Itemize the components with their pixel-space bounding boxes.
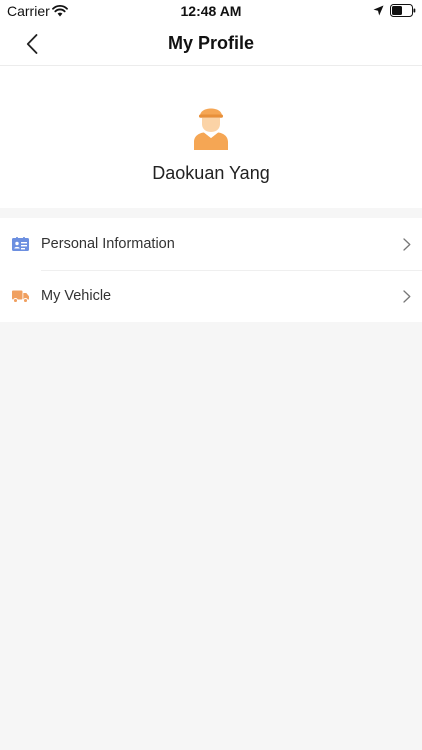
profile-menu-list: Personal Information My Vehicle (0, 218, 422, 322)
page-title: My Profile (167, 33, 255, 53)
navigation-bar: My Profile (0, 22, 422, 66)
my-profile-screen: Carrier 12:48 AM My Profile Daokuan Yang… (0, 0, 422, 750)
profile-header: Daokuan Yang (0, 66, 422, 208)
profile-name: Daokuan Yang (152, 163, 270, 183)
menu-item-label: Personal Information (41, 236, 175, 252)
menu-item-my-vehicle[interactable]: My Vehicle (0, 270, 422, 322)
status-time: 12:48 AM (180, 3, 242, 19)
courier-avatar-icon (194, 108, 228, 150)
id-card-icon (12, 237, 29, 251)
chevron-right-icon (403, 237, 411, 251)
truck-icon (12, 290, 29, 303)
menu-item-label: My Vehicle (41, 288, 112, 304)
battery-icon (390, 4, 416, 17)
menu-item-personal-information[interactable]: Personal Information (0, 218, 422, 270)
status-bar: Carrier 12:48 AM (0, 0, 422, 22)
chevron-right-icon (403, 289, 411, 303)
location-arrow-icon (373, 5, 384, 16)
